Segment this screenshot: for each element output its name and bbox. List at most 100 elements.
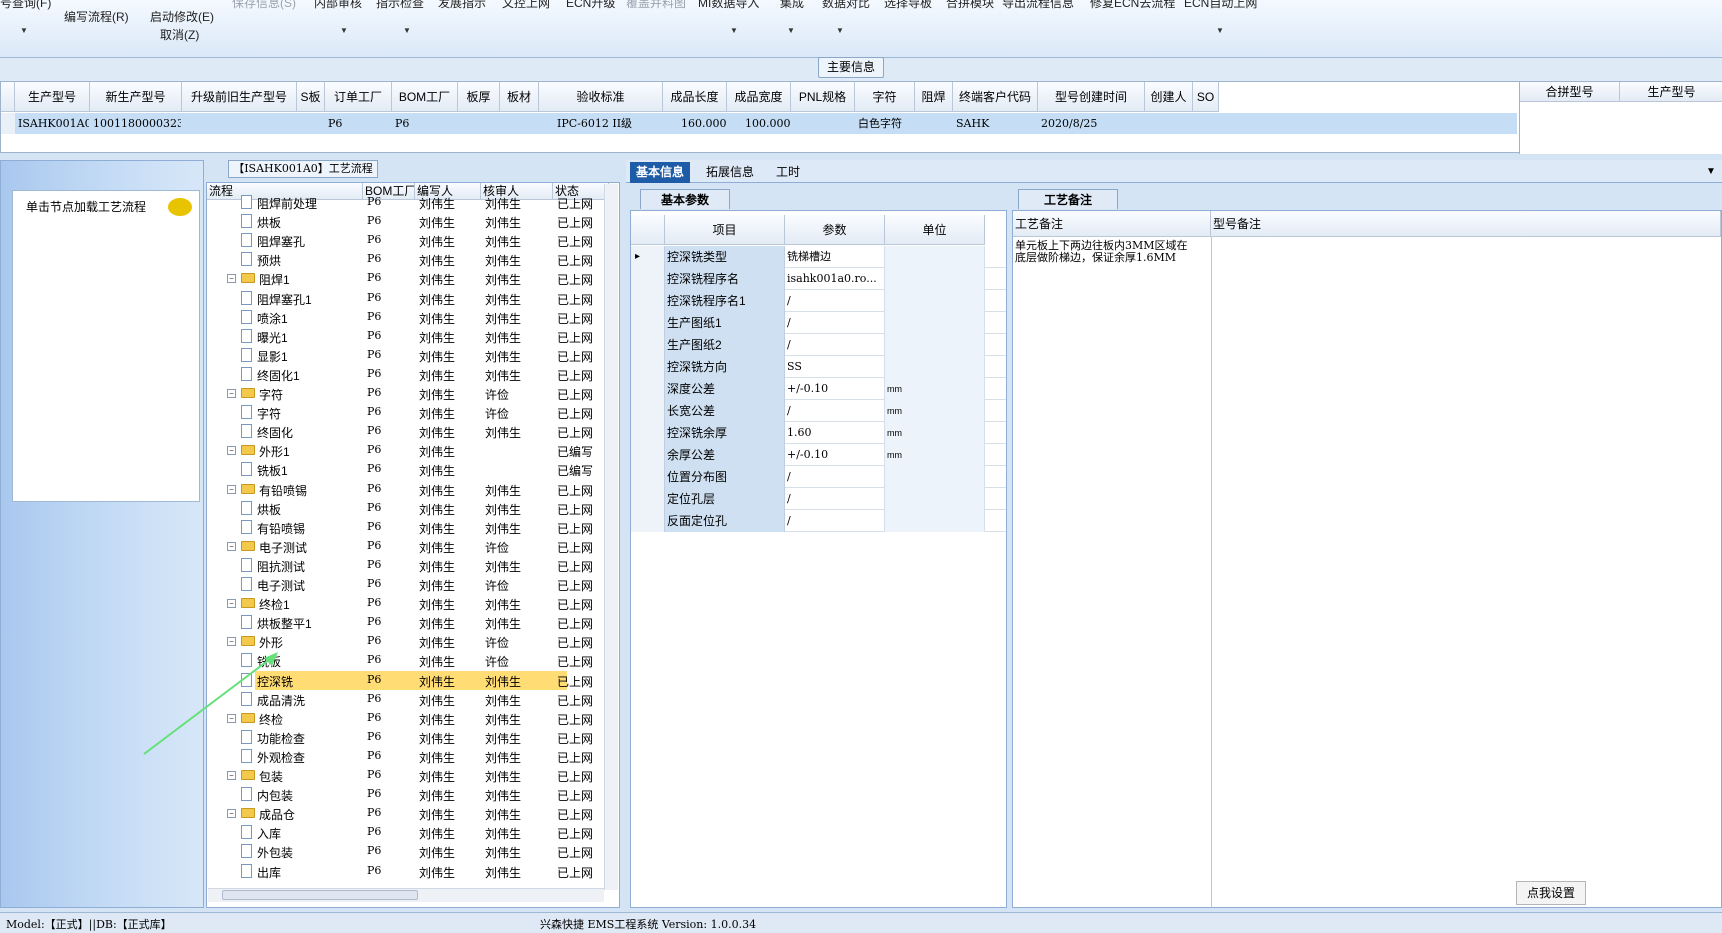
ribbon-item-5[interactable]: 内部审核 [314, 0, 362, 11]
basic-params-grid[interactable]: 项目 参数 单位 ▸ 控深铣类型 铣梯槽边 控深铣程序名 isahk001a0.ro... 控深… [630, 210, 1007, 908]
ribbon-dropdown-icon[interactable]: ▼ [340, 26, 348, 35]
expand-toggle-icon[interactable]: − [227, 446, 236, 456]
row-selector[interactable] [631, 334, 665, 356]
tree-row[interactable]: 控深铣 P6 刘伟生 刘伟生 已上网 [241, 670, 593, 690]
params-row[interactable]: 控深铣方向 SS [631, 356, 1006, 378]
row-selector[interactable]: ▸ [631, 246, 665, 268]
params-value[interactable]: / [785, 466, 885, 488]
tree-node-label[interactable]: 内包装 [257, 787, 293, 804]
params-value[interactable]: / [785, 510, 885, 532]
load-process-box[interactable] [12, 190, 200, 502]
params-row[interactable]: 定位孔层 / [631, 488, 1006, 510]
ribbon-item-18[interactable]: ECN自动上网 [1184, 0, 1257, 11]
params-value[interactable]: / [785, 334, 885, 356]
tree-node-label[interactable]: 电子测试 [257, 577, 305, 594]
ribbon-item-1[interactable]: 编写流程(R) [64, 8, 129, 25]
process-tree[interactable]: 流程 BOM工厂 编写人 核审人 状态 阻焊前处理 P6 刘伟生 刘伟生 已上网 烘板 P6 刘伟生 刘伟… [206, 182, 620, 908]
params-row[interactable]: 余厚公差 +/-0.10 mm [631, 444, 1006, 466]
tree-node-label[interactable]: 喷涂1 [257, 310, 288, 327]
params-row[interactable]: 控深铣程序名 isahk001a0.ro... [631, 268, 1006, 290]
tree-node-label[interactable]: 成品仓 [259, 806, 295, 823]
ribbon-item-12[interactable]: 集成 [780, 0, 804, 11]
row-selector[interactable] [631, 422, 665, 444]
ribbon-item-13[interactable]: 数据对比 [822, 0, 870, 11]
ribbon-item-16[interactable]: 导出流程信息 [1002, 0, 1074, 11]
row-selector[interactable] [631, 488, 665, 510]
params-value[interactable]: / [785, 290, 885, 312]
tree-row[interactable]: − 有铅喷锡 P6 刘伟生 刘伟生 已上网 [207, 480, 607, 499]
tree-row[interactable]: − 阻焊1 P6 刘伟生 刘伟生 已上网 [207, 269, 607, 288]
tree-row[interactable]: 终固化 P6 刘伟生 刘伟生 已上网 [207, 422, 607, 441]
ribbon-item-10[interactable]: 覆盖并料图 [626, 0, 686, 11]
tree-row[interactable]: 字符 P6 刘伟生 许俭 已上网 [207, 403, 607, 422]
tree-row[interactable]: 曝光1 P6 刘伟生 刘伟生 已上网 [207, 327, 607, 346]
row-selector[interactable] [631, 268, 665, 290]
tree-row[interactable]: 内包装 P6 刘伟生 刘伟生 已上网 [207, 785, 607, 804]
expand-toggle-icon[interactable]: − [227, 541, 236, 551]
ribbon-dropdown-icon[interactable]: ▼ [730, 26, 738, 35]
tree-node-label[interactable]: 出库 [257, 864, 281, 881]
tree-row[interactable]: 阻焊塞孔1 P6 刘伟生 刘伟生 已上网 [207, 289, 607, 308]
params-value[interactable]: 1.60 [785, 422, 885, 444]
ribbon-item-0[interactable]: 号查询(F) [0, 0, 51, 11]
tree-node-label[interactable]: 预烘 [257, 252, 281, 269]
tree-row[interactable]: 外包装 P6 刘伟生 刘伟生 已上网 [207, 842, 607, 861]
ribbon-item-14[interactable]: 选择导板 [884, 0, 932, 11]
main-cell[interactable]: ISAHK001A0 [18, 113, 89, 134]
row-selector[interactable] [631, 444, 665, 466]
tree-node-label[interactable]: 烘板 [257, 214, 281, 231]
main-cell[interactable]: 160.000 [681, 113, 741, 134]
ribbon-dropdown-icon[interactable]: ▼ [403, 26, 411, 35]
ribbon-item-9[interactable]: ECN升级 [566, 0, 615, 11]
tree-node-label[interactable]: 阻焊前处理 [257, 195, 317, 212]
tab-basic-info[interactable]: 基本信息 [630, 162, 691, 183]
main-cell[interactable]: 10011800003239 [93, 113, 181, 134]
load-process-label[interactable]: 单击节点加载工艺流程 [26, 198, 146, 215]
tree-row[interactable]: 阻抗测试 P6 刘伟生 刘伟生 已上网 [207, 556, 607, 575]
params-row[interactable]: 控深铣程序名1/ [631, 290, 1006, 312]
params-row[interactable]: 深度公差 +/-0.10 mm [631, 378, 1006, 400]
row-selector[interactable] [631, 466, 665, 488]
main-cell[interactable] [794, 113, 854, 134]
tree-row[interactable]: − 成品仓 P6 刘伟生 刘伟生 已上网 [207, 804, 607, 823]
main-cell[interactable] [185, 113, 296, 134]
main-cell[interactable]: 白色字符 [858, 113, 914, 134]
ribbon-item-11[interactable]: MI数据导入 [698, 0, 759, 11]
tab-extended-info[interactable]: 拓展信息 [700, 162, 760, 183]
main-cell[interactable]: 2020/8/25 [1041, 113, 1144, 134]
main-cell[interactable] [461, 113, 499, 134]
params-value[interactable]: 铣梯槽边 [785, 246, 885, 268]
row-selector[interactable] [631, 510, 665, 532]
tabs-dropdown-icon[interactable]: ▼ [1706, 166, 1716, 177]
params-value[interactable]: +/-0.10 [785, 444, 885, 466]
ribbon-dropdown-icon[interactable]: ▼ [787, 26, 795, 35]
main-cell[interactable] [503, 113, 538, 134]
tree-node-label[interactable]: 铣板1 [257, 462, 288, 479]
expand-toggle-icon[interactable]: − [227, 637, 236, 647]
tree-row[interactable]: − 终检1 P6 刘伟生 刘伟生 已上网 [207, 594, 607, 613]
ribbon-dropdown-icon[interactable]: ▼ [1216, 26, 1224, 35]
row-selector[interactable] [631, 312, 665, 334]
tree-node-label[interactable]: 烘板整平1 [257, 615, 312, 632]
params-value[interactable]: isahk001a0.ro... [785, 268, 885, 290]
tree-row[interactable]: 预烘 P6 刘伟生 刘伟生 已上网 [207, 250, 607, 269]
main-cell[interactable] [918, 113, 952, 134]
tree-node-label[interactable]: 入库 [257, 825, 281, 842]
main-cell[interactable] [1196, 113, 1218, 134]
tab-work-hours[interactable]: 工时 [770, 162, 806, 183]
tree-node-label[interactable]: 字符 [259, 386, 283, 403]
row-selector[interactable] [1, 113, 15, 134]
expand-toggle-icon[interactable]: − [227, 771, 236, 780]
tree-node-label[interactable]: 外形1 [259, 443, 290, 460]
ribbon-dropdown-icon[interactable]: ▼ [20, 26, 28, 35]
tree-node-label[interactable]: 显影1 [257, 348, 288, 365]
tree-row[interactable]: 出库 P6 刘伟生 刘伟生 已上网 [207, 862, 607, 881]
params-row[interactable]: 生产图纸1/ [631, 312, 1006, 334]
row-selector[interactable] [631, 400, 665, 422]
params-row[interactable]: 控深铣余厚 1.60 mm [631, 422, 1006, 444]
tree-row[interactable]: 烘板 P6 刘伟生 刘伟生 已上网 [207, 212, 607, 231]
tree-row[interactable]: 入库 P6 刘伟生 刘伟生 已上网 [207, 823, 607, 842]
tree-node-label[interactable]: 有铅喷锡 [257, 520, 305, 537]
main-cell[interactable]: SAHK [956, 113, 1037, 134]
tree-node-label[interactable]: 终固化 [257, 424, 293, 441]
